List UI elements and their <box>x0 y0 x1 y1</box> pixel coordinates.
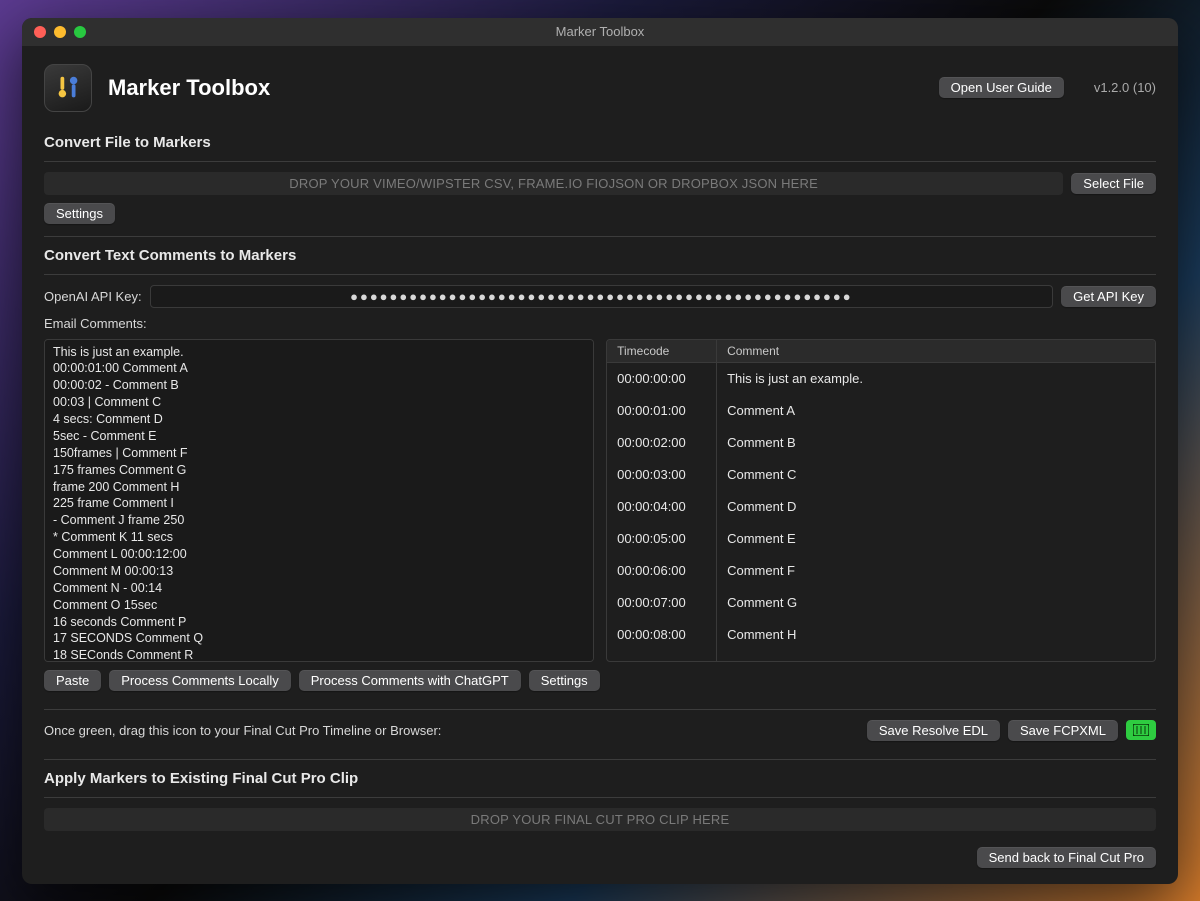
maximize-icon[interactable] <box>74 26 86 38</box>
header: Marker Toolbox Open User Guide v1.2.0 (1… <box>44 64 1156 112</box>
col-comment[interactable]: Comment <box>717 340 1155 362</box>
cell-timecode: 00:00:04:00 <box>607 491 717 523</box>
cell-timecode: 00:00:08:00 <box>607 619 717 651</box>
cell-comment: This is just an example. <box>717 363 1155 395</box>
section-apply-title: Apply Markers to Existing Final Cut Pro … <box>44 770 1156 787</box>
markers-table: Timecode Comment 00:00:00:00This is just… <box>606 339 1156 662</box>
close-icon[interactable] <box>34 26 46 38</box>
marker-icon <box>53 73 83 103</box>
cell-comment: Comment F <box>717 555 1155 587</box>
cell-comment: Comment H <box>717 619 1155 651</box>
drag-hint: Once green, drag this icon to your Final… <box>44 723 859 738</box>
process-gpt-button[interactable]: Process Comments with ChatGPT <box>299 670 521 691</box>
send-back-button[interactable]: Send back to Final Cut Pro <box>977 847 1156 868</box>
cell-comment: Comment C <box>717 459 1155 491</box>
clip-dropzone[interactable]: DROP YOUR FINAL CUT PRO CLIP HERE <box>44 808 1156 831</box>
table-row[interactable]: 00:00:09:00Comment I <box>607 651 1155 661</box>
content: Marker Toolbox Open User Guide v1.2.0 (1… <box>22 46 1178 884</box>
email-comments-label: Email Comments: <box>44 316 147 331</box>
table-row[interactable]: 00:00:03:00Comment C <box>607 459 1155 491</box>
text-settings-button[interactable]: Settings <box>529 670 600 691</box>
cell-comment: Comment D <box>717 491 1155 523</box>
section-convert-text-title: Convert Text Comments to Markers <box>44 247 1156 264</box>
table-row[interactable]: 00:00:05:00Comment E <box>607 523 1155 555</box>
cell-comment: Comment A <box>717 395 1155 427</box>
table-body[interactable]: 00:00:00:00This is just an example.00:00… <box>607 363 1155 661</box>
cell-comment: Comment I <box>717 651 1155 661</box>
table-row[interactable]: 00:00:06:00Comment F <box>607 555 1155 587</box>
cell-timecode: 00:00:01:00 <box>607 395 717 427</box>
cell-timecode: 00:00:06:00 <box>607 555 717 587</box>
cell-comment: Comment G <box>717 587 1155 619</box>
table-header: Timecode Comment <box>607 340 1155 363</box>
cell-timecode: 00:00:07:00 <box>607 587 717 619</box>
app-window: Marker Toolbox Marker Toolbox Open User … <box>22 18 1178 884</box>
cell-comment: Comment B <box>717 427 1155 459</box>
get-api-key-button[interactable]: Get API Key <box>1061 286 1156 307</box>
drag-row: Once green, drag this icon to your Final… <box>44 720 1156 741</box>
titlebar[interactable]: Marker Toolbox <box>22 18 1178 46</box>
file-dropzone[interactable]: DROP YOUR VIMEO/WIPSTER CSV, FRAME.IO FI… <box>44 172 1063 195</box>
cell-comment: Comment E <box>717 523 1155 555</box>
app-title: Marker Toolbox <box>108 75 923 101</box>
cell-timecode: 00:00:00:00 <box>607 363 717 395</box>
table-row[interactable]: 00:00:00:00This is just an example. <box>607 363 1155 395</box>
app-icon <box>44 64 92 112</box>
divider <box>44 274 1156 275</box>
version-label: v1.2.0 (10) <box>1094 80 1156 95</box>
cell-timecode: 00:00:05:00 <box>607 523 717 555</box>
divider <box>44 709 1156 710</box>
table-row[interactable]: 00:00:07:00Comment G <box>607 587 1155 619</box>
section-convert-file-title: Convert File to Markers <box>44 134 1156 151</box>
openai-key-input[interactable] <box>150 285 1054 308</box>
table-row[interactable]: 00:00:01:00Comment A <box>607 395 1155 427</box>
comments-split: Timecode Comment 00:00:00:00This is just… <box>44 339 1156 662</box>
openai-key-label: OpenAI API Key: <box>44 289 142 304</box>
table-row[interactable]: 00:00:04:00Comment D <box>607 491 1155 523</box>
process-local-button[interactable]: Process Comments Locally <box>109 670 291 691</box>
drag-chip-icon[interactable] <box>1126 720 1156 740</box>
minimize-icon[interactable] <box>54 26 66 38</box>
comments-buttons: Paste Process Comments Locally Process C… <box>44 670 1156 691</box>
paste-button[interactable]: Paste <box>44 670 101 691</box>
open-user-guide-button[interactable]: Open User Guide <box>939 77 1064 98</box>
cell-timecode: 00:00:09:00 <box>607 651 717 661</box>
window-title: Marker Toolbox <box>22 24 1178 39</box>
clip-icon <box>1133 724 1149 736</box>
cell-timecode: 00:00:02:00 <box>607 427 717 459</box>
table-row[interactable]: 00:00:02:00Comment B <box>607 427 1155 459</box>
save-edl-button[interactable]: Save Resolve EDL <box>867 720 1000 741</box>
divider <box>44 759 1156 760</box>
select-file-button[interactable]: Select File <box>1071 173 1156 194</box>
col-timecode[interactable]: Timecode <box>607 340 717 362</box>
divider <box>44 236 1156 237</box>
traffic-lights <box>34 26 86 38</box>
divider <box>44 161 1156 162</box>
save-fcpxml-button[interactable]: Save FCPXML <box>1008 720 1118 741</box>
comments-textarea[interactable] <box>44 339 594 662</box>
table-row[interactable]: 00:00:08:00Comment H <box>607 619 1155 651</box>
cell-timecode: 00:00:03:00 <box>607 459 717 491</box>
file-settings-button[interactable]: Settings <box>44 203 115 224</box>
divider <box>44 797 1156 798</box>
